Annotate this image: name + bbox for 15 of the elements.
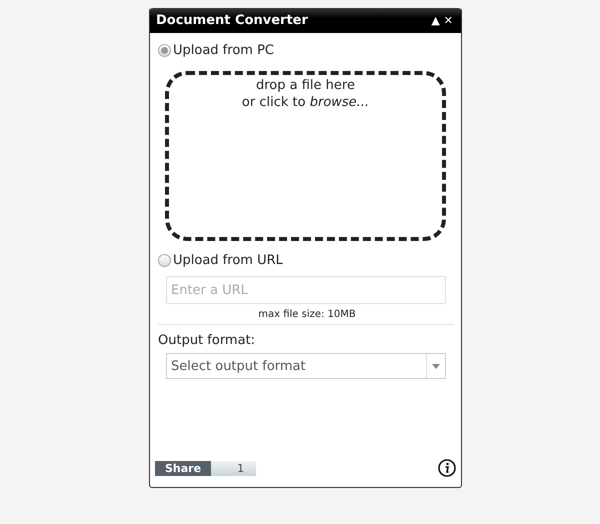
- output-format-label: Output format:: [158, 333, 256, 348]
- radio-button[interactable]: [158, 254, 171, 267]
- dropdown-arrow-icon: [432, 364, 440, 368]
- max-size-note: max file size: 10MB: [257, 309, 357, 320]
- share-count: 1: [211, 460, 256, 476]
- collapse-button[interactable]: ▲: [429, 14, 442, 27]
- radio-label: Upload from URL: [173, 253, 283, 268]
- info-icon[interactable]: [438, 459, 456, 477]
- output-format-select[interactable]: Select output format: [166, 353, 446, 379]
- drop-zone[interactable]: drop a file here or click to browse...: [165, 71, 446, 241]
- radio-label: Upload from PC: [173, 43, 274, 58]
- radio-button[interactable]: [158, 44, 171, 57]
- close-button[interactable]: ✕: [442, 14, 455, 27]
- window-title: Document Converter: [156, 13, 309, 28]
- url-field[interactable]: Enter a URL: [166, 276, 446, 304]
